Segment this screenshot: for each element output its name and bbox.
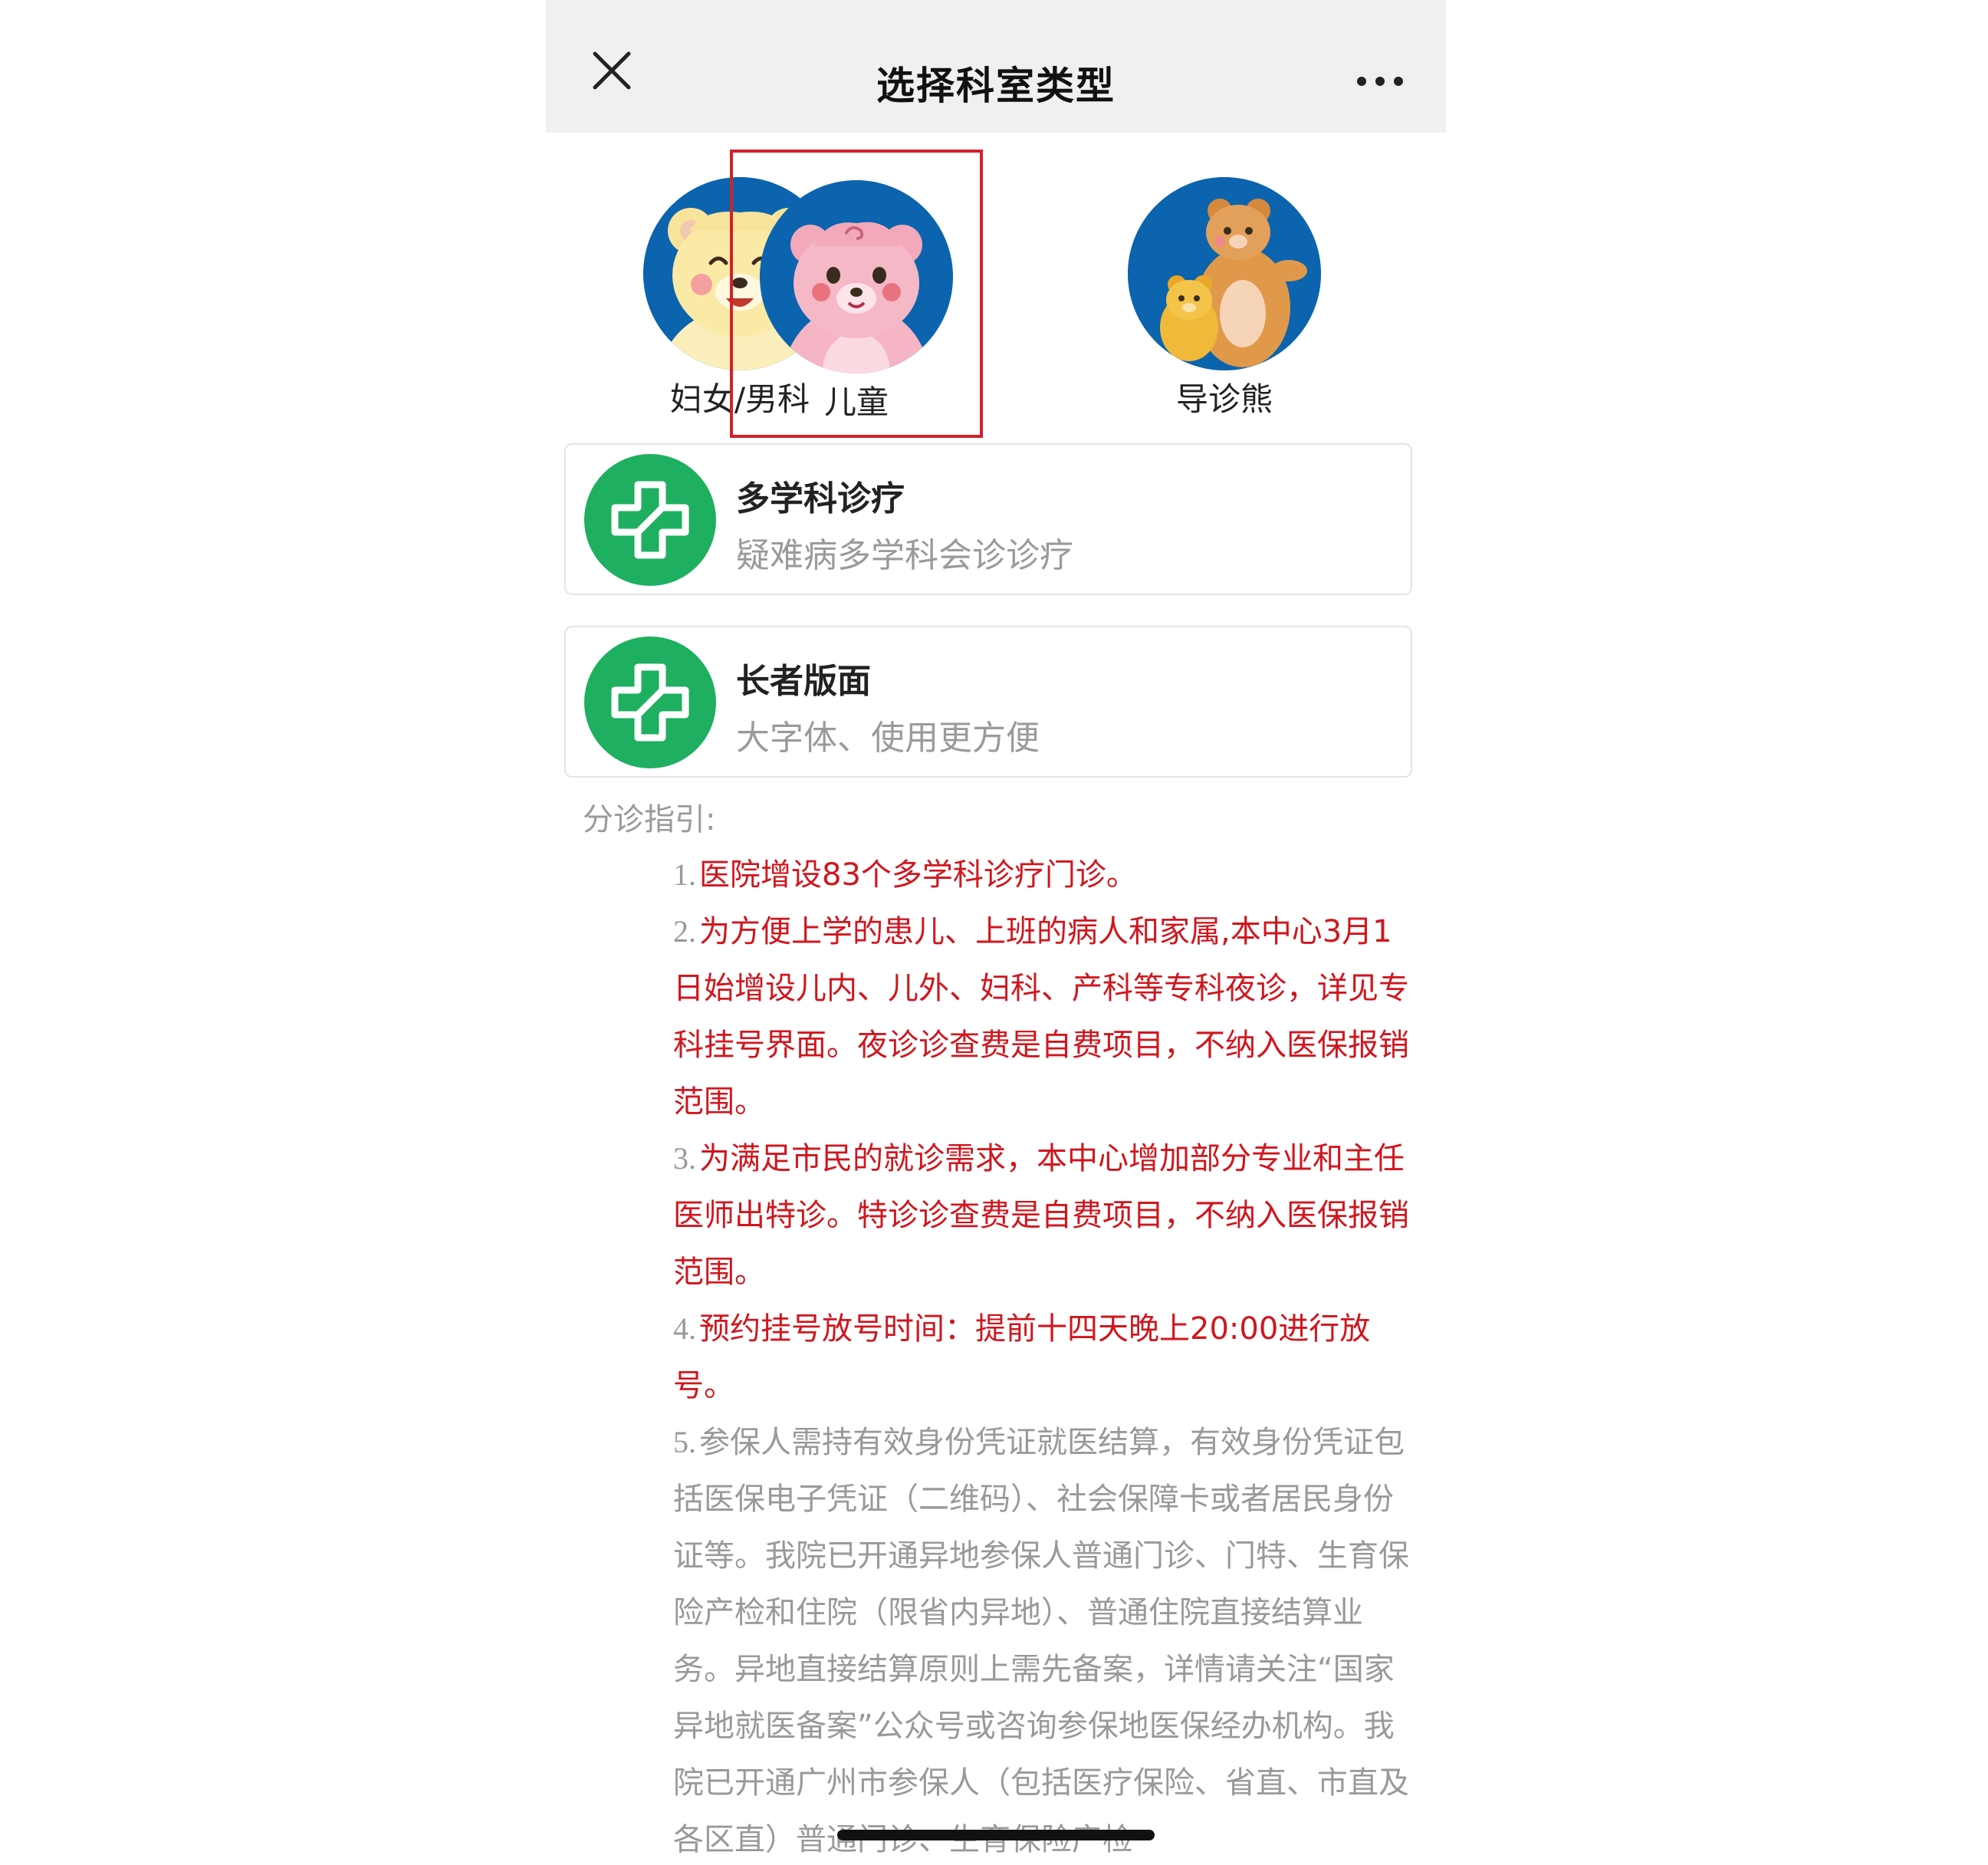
pink-bear-icon [760,180,953,373]
card-subtitle: 大字体、使用更方便 [736,719,1040,758]
notice-item: 2. 为方便上学的患儿、上班的病人和家属,本中心3月1日始增设儿内、儿外、妇科、产… [673,914,1409,1120]
home-indicator[interactable] [837,1830,1155,1840]
category-label: 儿童 [823,383,889,421]
phone-screen: 选择科室类型 妇女/男科 儿童 导诊熊 多学科诊疗 疑难病多学科会诊诊疗 长者版… [546,0,1446,1865]
notice-item: 1. 医院增设83个多学科诊疗门诊。 [673,857,1137,893]
guide-notice-list: 1. 医院增设83个多学科诊疗门诊。 2. 为方便上学的患儿、上班的病人和家属,本中… [673,847,1411,1865]
card-title: 长者版面 [736,662,871,701]
medical-cross-icon [584,454,716,586]
category-guide-bear[interactable]: 导诊熊 [1098,150,1351,438]
card-subtitle: 疑难病多学科会诊诊疗 [736,536,1073,575]
notice-item: 3. 为满足市民的就诊需求，本中心增加部分专业和主任医师出特诊。特诊诊查费是自费项… [673,1141,1409,1290]
multidisciplinary-card[interactable]: 多学科诊疗 疑难病多学科会诊诊疗 [564,443,1412,595]
medical-cross-icon [584,636,716,768]
notice-item: 4. 预约挂号放号时间：提前十四天晚上20:00进行放号。 [673,1311,1371,1403]
category-label: 导诊熊 [1175,380,1273,418]
page-title: 选择科室类型 [876,64,1116,108]
notice-item: 5. 参保人需持有效身份凭证就医结算，有效身份凭证包括医保电子凭证（二维码）、社会… [673,1425,1409,1857]
bear-family-icon [1128,177,1321,370]
nav-bar: 选择科室类型 [546,0,1446,133]
more-dots-icon[interactable] [1356,75,1404,86]
guide-title: 分诊指引: [583,802,716,837]
card-title: 多学科诊疗 [736,479,905,518]
elderly-mode-card[interactable]: 长者版面 大字体、使用更方便 [564,626,1412,778]
category-children[interactable]: 儿童 [730,150,983,438]
category-selector: 妇女/男科 儿童 导诊熊 [546,150,1446,441]
